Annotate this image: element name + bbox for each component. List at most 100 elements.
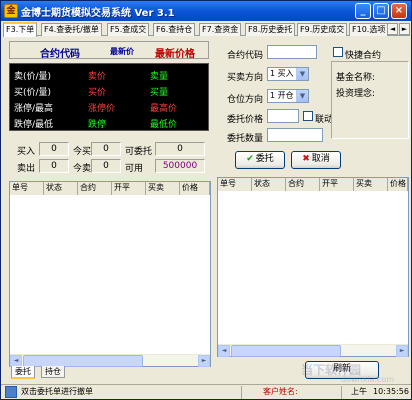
direction-label: 买卖方向 bbox=[227, 73, 264, 83]
offset-value: 1 开仓 bbox=[270, 91, 294, 100]
offset-select[interactable]: 1 开仓 ▼ bbox=[267, 89, 309, 103]
column-header[interactable]: 价格 bbox=[180, 182, 210, 195]
tab-positions[interactable]: 持仓 bbox=[41, 366, 65, 378]
bid-price: 买价 bbox=[88, 88, 107, 98]
quote-board: 卖(价/量) 卖价 卖量 买(价/量) 买价 买量 涨停/最高 涨停价 最高价 … bbox=[9, 63, 209, 131]
can-order-label: 可委托 bbox=[125, 147, 153, 157]
grid-header: 单号 状态 合约 开平 买卖 价格 bbox=[218, 178, 408, 191]
horizontal-scrollbar[interactable]: ◄ ► bbox=[218, 344, 408, 357]
bid-volume: 买量 bbox=[150, 88, 169, 98]
horizontal-scrollbar[interactable]: ◄ ► bbox=[10, 354, 210, 367]
column-header[interactable]: 价格 bbox=[388, 178, 408, 191]
today-sell-value: 0 bbox=[91, 159, 121, 173]
can-order-value: 0 bbox=[155, 142, 205, 156]
column-header[interactable]: 状态 bbox=[252, 178, 286, 191]
quote-row-bid: 买(价/量) 买价 买量 bbox=[10, 83, 210, 99]
checkmark-icon: ✔ bbox=[246, 154, 254, 164]
cancel-order-label: 取消 bbox=[311, 154, 330, 164]
quick-contract-label: 快捷合约 bbox=[345, 51, 382, 61]
today-buy-value: 0 bbox=[91, 142, 121, 156]
latest-price-title: 最新价格 bbox=[155, 49, 195, 60]
column-header[interactable]: 买卖 bbox=[354, 178, 388, 191]
sell-value: 0 bbox=[39, 159, 69, 173]
maximize-button[interactable]: □ bbox=[373, 3, 389, 19]
customer-name-label: 客户姓名: bbox=[263, 387, 298, 396]
high-price: 最高价 bbox=[150, 104, 178, 114]
low-price: 最低价 bbox=[150, 120, 178, 130]
tab-query-funds[interactable]: F7.查资金 bbox=[199, 23, 242, 36]
column-header[interactable]: 买卖 bbox=[146, 182, 180, 195]
app-icon: 金 bbox=[4, 4, 18, 18]
minimize-button[interactable]: _ bbox=[355, 3, 371, 19]
today-sell-label: 今卖 bbox=[73, 164, 92, 174]
tab-options[interactable]: F10.选项 bbox=[349, 23, 389, 36]
tab-history-trades[interactable]: F9.历史成交 bbox=[297, 23, 348, 36]
column-header[interactable]: 开平 bbox=[320, 178, 354, 191]
direction-select[interactable]: 1 买入 ▼ bbox=[267, 67, 309, 81]
limit-up-price: 涨停价 bbox=[88, 104, 116, 114]
orders-grid-right[interactable]: 单号 状态 合约 开平 买卖 价格 ◄ ► bbox=[217, 177, 409, 357]
buy-label: 买入 bbox=[17, 147, 36, 157]
tab-order[interactable]: F3.下单 bbox=[3, 22, 38, 37]
quote-row-high: 涨停/最高 涨停价 最高价 bbox=[10, 99, 210, 115]
quote-row-label: 跌停/最低 bbox=[14, 120, 54, 130]
column-header[interactable]: 开平 bbox=[112, 182, 146, 195]
linked-checkbox[interactable] bbox=[303, 111, 313, 121]
title-bar[interactable]: 金 金博士期货模拟交易系统 Ver 3.1 _ □ × bbox=[1, 1, 411, 21]
order-price-input[interactable] bbox=[267, 109, 299, 123]
tab-history-orders[interactable]: F8.历史委托 bbox=[245, 23, 296, 36]
scroll-right-icon[interactable]: ► bbox=[396, 345, 408, 357]
scroll-right-icon[interactable]: ► bbox=[198, 355, 210, 367]
column-header[interactable]: 单号 bbox=[218, 178, 252, 191]
status-app-icon bbox=[5, 386, 17, 398]
available-label: 可用 bbox=[125, 164, 144, 174]
session-indicator: 上午 bbox=[351, 387, 367, 396]
status-separator bbox=[341, 386, 342, 399]
quote-row-label: 买(价/量) bbox=[14, 88, 52, 98]
contract-code-input[interactable] bbox=[267, 45, 317, 59]
sell-label: 卖出 bbox=[17, 164, 36, 174]
chevron-down-icon[interactable]: ▼ bbox=[296, 90, 308, 102]
quote-row-ask: 卖(价/量) 卖价 卖量 bbox=[10, 67, 210, 83]
tab-scroll-left-icon[interactable]: ◄ bbox=[387, 23, 398, 35]
column-header[interactable]: 合约 bbox=[78, 182, 112, 195]
tab-scroll-right-icon[interactable]: ► bbox=[399, 23, 410, 35]
contract-code-title: 合约代码 bbox=[40, 49, 80, 60]
offset-label: 仓位方向 bbox=[227, 95, 264, 105]
orders-grid-left[interactable]: 单号 状态 合约 开平 买卖 价格 ◄ ► bbox=[9, 181, 211, 367]
column-header[interactable]: 单号 bbox=[10, 182, 44, 195]
submit-order-label: 委托 bbox=[255, 154, 274, 164]
main-window: 金 金博士期货模拟交易系统 Ver 3.1 _ □ × F3.下单 F4.查委托… bbox=[0, 0, 412, 400]
tab-orders[interactable]: 委托 bbox=[11, 366, 35, 379]
tab-query-trades[interactable]: F5.查成交 bbox=[107, 23, 150, 36]
ask-price: 卖价 bbox=[88, 72, 107, 82]
clock-time: 10:35:56 bbox=[373, 387, 409, 396]
quote-header: 合约代码 最新价 最新价格 bbox=[9, 41, 209, 60]
ask-volume: 卖量 bbox=[150, 72, 169, 82]
status-bar: 双击委托单进行撤单 客户姓名: 上午 10:35:56 bbox=[1, 384, 411, 399]
column-header[interactable]: 合约 bbox=[286, 178, 320, 191]
order-qty-input[interactable] bbox=[267, 128, 323, 142]
function-tabs: F3.下单 F4.查委托/撤单 F5.查成交 F6.查持仓 F7.查资金 F8.… bbox=[3, 22, 410, 37]
scroll-left-icon[interactable]: ◄ bbox=[218, 345, 230, 357]
submit-order-button[interactable]: ✔ 委托 bbox=[235, 151, 285, 169]
available-value: 500000 bbox=[155, 159, 205, 173]
column-header[interactable]: 状态 bbox=[44, 182, 78, 195]
tab-query-positions[interactable]: F6.查持仓 bbox=[153, 23, 196, 36]
order-qty-label: 委托数量 bbox=[227, 134, 264, 144]
tab-query-cancel[interactable]: F4.查委托/撤单 bbox=[41, 23, 102, 36]
quick-contract-checkbox[interactable] bbox=[333, 47, 343, 57]
fund-info-panel: 基金名称: 投资理念: bbox=[331, 61, 409, 139]
account-row-buy: 买入 0 今买 0 可委托 0 bbox=[9, 142, 209, 157]
close-button[interactable]: × bbox=[391, 3, 407, 19]
quote-row-label: 涨停/最高 bbox=[14, 104, 54, 114]
today-buy-label: 今买 bbox=[73, 147, 92, 157]
quote-row-label: 卖(价/量) bbox=[14, 72, 52, 82]
investment-idea-label: 投资理念: bbox=[336, 89, 376, 99]
buy-value: 0 bbox=[39, 142, 69, 156]
cross-icon: ✖ bbox=[302, 154, 310, 164]
scroll-thumb[interactable] bbox=[231, 345, 341, 357]
status-separator bbox=[241, 386, 242, 399]
cancel-order-button[interactable]: ✖ 取消 bbox=[291, 151, 341, 169]
chevron-down-icon[interactable]: ▼ bbox=[296, 68, 308, 80]
